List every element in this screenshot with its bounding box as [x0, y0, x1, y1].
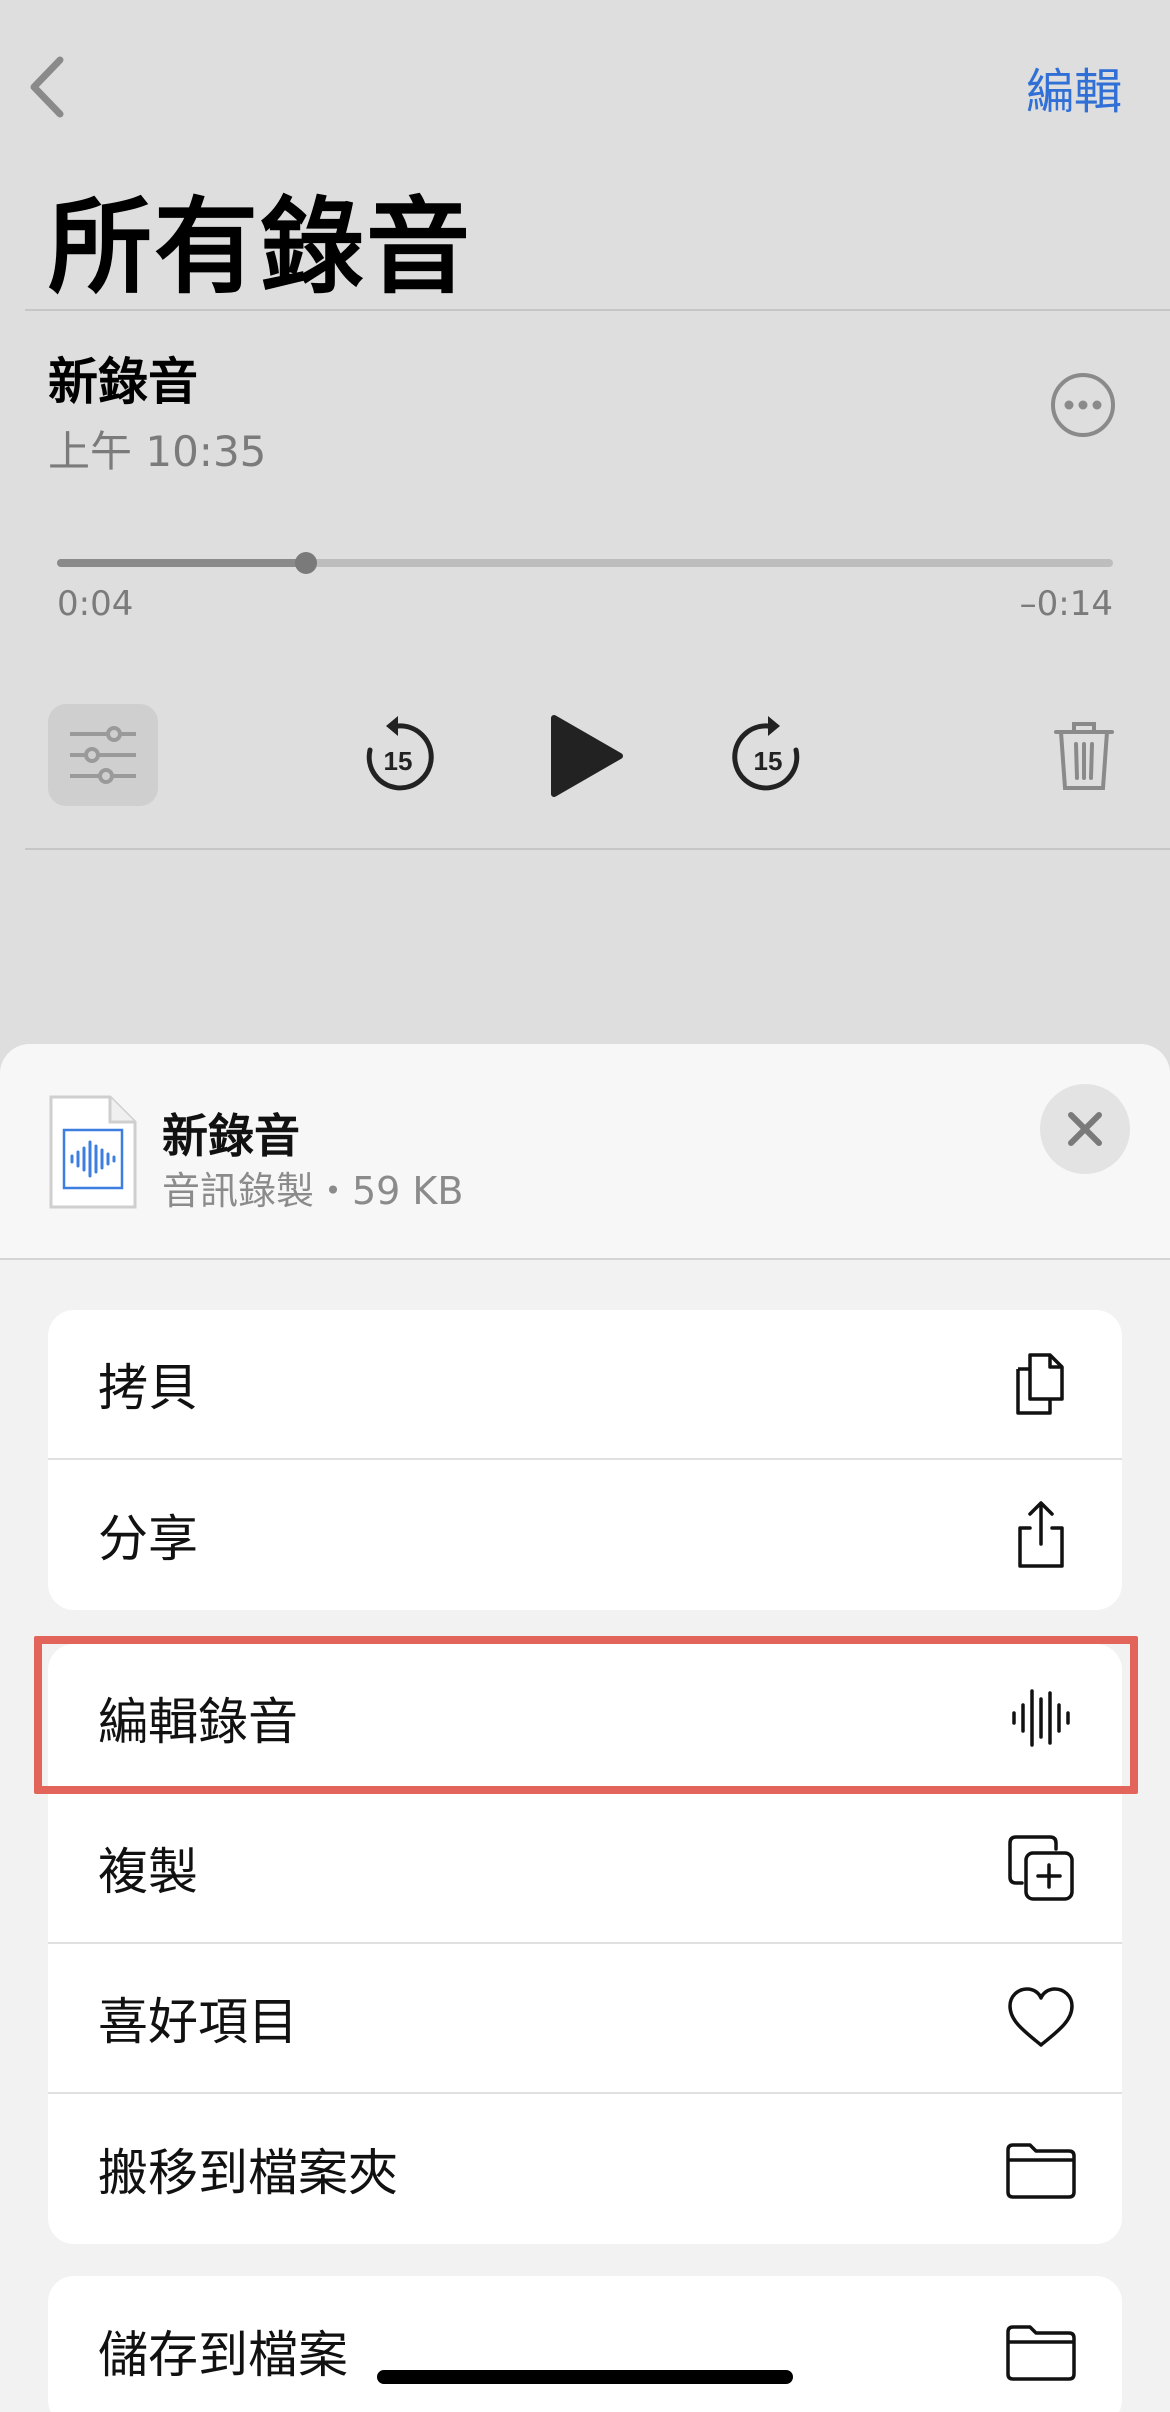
scrubber-handle[interactable]: [295, 552, 318, 574]
recording-name: 新錄音: [48, 353, 198, 411]
skip-forward-15-button[interactable]: 15: [730, 714, 806, 796]
save-to-files-action[interactable]: 儲存到檔案: [48, 2276, 1122, 2412]
voice-memos-screen: 編輯 所有錄音 新錄音 上午 10:35 0:04 –0:14 15 15 新錄…: [0, 0, 1170, 2412]
divider: [25, 848, 1170, 850]
skip-back-15-icon: 15: [366, 716, 434, 791]
recording-time: 上午 10:35: [48, 427, 267, 476]
action-group-1: 拷貝 分享: [48, 1310, 1122, 1610]
chevron-left-icon: [30, 56, 64, 118]
trash-icon: [1054, 722, 1114, 790]
share-action[interactable]: 分享: [48, 1460, 1122, 1610]
action-label: 複製: [98, 1843, 198, 1901]
home-indicator[interactable]: [377, 2370, 793, 2384]
skip-forward-15-icon: 15: [732, 716, 800, 791]
action-label: 拷貝: [98, 1359, 198, 1417]
elapsed-time: 0:04: [57, 584, 134, 624]
close-button[interactable]: [1040, 1084, 1130, 1174]
play-icon: [551, 715, 623, 797]
folder-icon: [1006, 2143, 1076, 2199]
more-button[interactable]: [1050, 372, 1116, 438]
move-to-folder-action[interactable]: 搬移到檔案夾: [48, 2094, 1122, 2244]
svg-text:15: 15: [754, 746, 783, 776]
file-name: 新錄音: [162, 1109, 300, 1163]
page-title: 所有錄音: [48, 186, 473, 308]
svg-text:15: 15: [384, 746, 413, 776]
share-icon: [1018, 1501, 1064, 1568]
back-button[interactable]: [22, 52, 72, 122]
audio-file-icon: [48, 1094, 138, 1210]
action-label: 分享: [98, 1510, 198, 1568]
duplicate-action[interactable]: 複製: [48, 1794, 1122, 1944]
duplicate-icon: [1008, 1835, 1074, 1901]
copy-icon: [1016, 1353, 1064, 1415]
copy-action[interactable]: 拷貝: [48, 1310, 1122, 1460]
waveform-icon: [1012, 1689, 1070, 1747]
heart-icon: [1008, 1987, 1074, 2047]
action-label: 搬移到檔案夾: [98, 2144, 398, 2202]
edit-recording-action[interactable]: 編輯錄音: [48, 1644, 1122, 1794]
action-sheet: 新錄音 音訊錄製・59 KB 拷貝 分享 編輯錄音 複製 喜好項目 搬移到檔案夾…: [0, 1044, 1170, 2412]
favorite-action[interactable]: 喜好項目: [48, 1944, 1122, 2094]
action-group-3: 儲存到檔案: [48, 2276, 1122, 2412]
divider: [25, 309, 1170, 311]
sheet-header: 新錄音 音訊錄製・59 KB: [0, 1044, 1170, 1260]
file-meta: 音訊錄製・59 KB: [162, 1169, 464, 1213]
ellipsis-circle-icon: [1051, 373, 1115, 437]
remaining-time: –0:14: [1019, 584, 1113, 624]
playback-progress: [57, 559, 307, 567]
action-label: 儲存到檔案: [98, 2326, 348, 2384]
close-icon: [1068, 1112, 1102, 1146]
skip-back-15-button[interactable]: 15: [360, 714, 436, 796]
play-button[interactable]: [548, 712, 624, 800]
action-group-2: 編輯錄音 複製 喜好項目 搬移到檔案夾: [48, 1644, 1122, 2244]
sliders-icon: [70, 726, 136, 784]
folder-icon: [1006, 2325, 1076, 2381]
playback-scrubber[interactable]: [57, 552, 1113, 574]
edit-button[interactable]: 編輯: [1026, 52, 1122, 122]
action-label: 喜好項目: [98, 1993, 298, 2051]
delete-button[interactable]: [1052, 718, 1116, 794]
playback-settings-button[interactable]: [48, 704, 158, 806]
action-label: 編輯錄音: [98, 1693, 298, 1751]
